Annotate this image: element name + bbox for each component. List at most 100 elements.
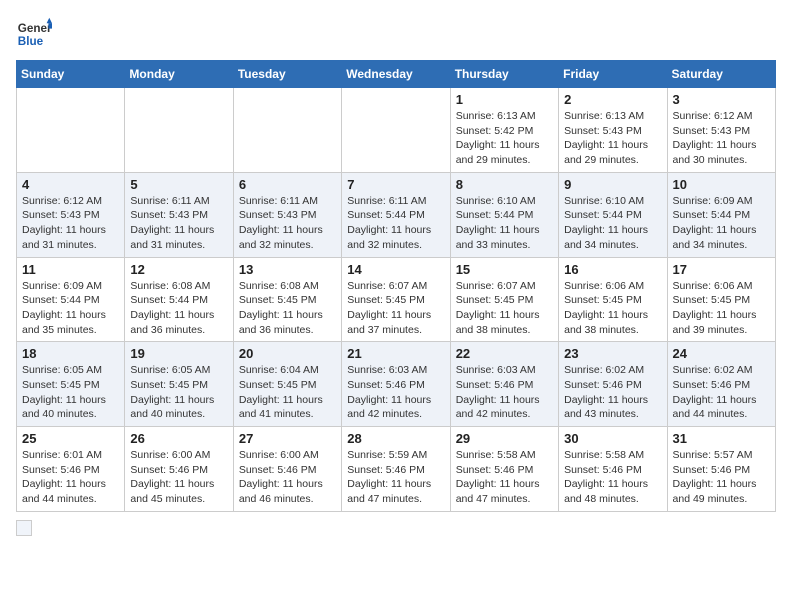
calendar-cell: 1 Sunrise: 6:13 AM Sunset: 5:42 PM Daylig…: [450, 88, 558, 173]
day-info: Sunrise: 6:13 AM Sunset: 5:43 PM Dayligh…: [564, 109, 661, 168]
day-number: 9: [564, 177, 661, 192]
calendar-cell: 21Sunrise: 6:03 AM Sunset: 5:46 PM Dayli…: [342, 342, 450, 427]
day-info: Sunrise: 6:06 AM Sunset: 5:45 PM Dayligh…: [673, 279, 770, 338]
footer: [16, 520, 776, 536]
calendar-cell: 26Sunrise: 6:00 AM Sunset: 5:46 PM Dayli…: [125, 427, 233, 512]
calendar-cell: 15 Sunrise: 6:07 AM Sunset: 5:45 PM Dayli…: [450, 257, 558, 342]
calendar-cell: 16 Sunrise: 6:06 AM Sunset: 5:45 PM Dayli…: [559, 257, 667, 342]
day-number: 22: [456, 346, 553, 361]
day-info: Sunrise: 6:11 AM Sunset: 5:43 PM Dayligh…: [239, 194, 336, 253]
day-info: Sunrise: 6:11 AM Sunset: 5:43 PM Dayligh…: [130, 194, 227, 253]
day-number: 14: [347, 262, 444, 277]
calendar-cell: 9 Sunrise: 6:10 AM Sunset: 5:44 PM Daylig…: [559, 172, 667, 257]
day-info: Sunrise: 6:01 AM Sunset: 5:46 PM Dayligh…: [22, 448, 119, 507]
day-number: 2: [564, 92, 661, 107]
day-number: 17: [673, 262, 770, 277]
calendar-week-row: 1 Sunrise: 6:13 AM Sunset: 5:42 PM Daylig…: [17, 88, 776, 173]
day-info: Sunrise: 6:02 AM Sunset: 5:46 PM Dayligh…: [564, 363, 661, 422]
day-number: 27: [239, 431, 336, 446]
day-number: 3: [673, 92, 770, 107]
day-info: Sunrise: 6:13 AM Sunset: 5:42 PM Dayligh…: [456, 109, 553, 168]
calendar-cell: [233, 88, 341, 173]
day-number: 28: [347, 431, 444, 446]
calendar-header-friday: Friday: [559, 61, 667, 88]
day-number: 7: [347, 177, 444, 192]
calendar-cell: 17 Sunrise: 6:06 AM Sunset: 5:45 PM Dayli…: [667, 257, 775, 342]
calendar-cell: 13 Sunrise: 6:08 AM Sunset: 5:45 PM Dayli…: [233, 257, 341, 342]
day-number: 15: [456, 262, 553, 277]
calendar-week-row: 11 Sunrise: 6:09 AM Sunset: 5:44 PM Dayli…: [17, 257, 776, 342]
calendar-week-row: 25 Sunrise: 6:01 AM Sunset: 5:46 PM Dayli…: [17, 427, 776, 512]
day-info: Sunrise: 6:09 AM Sunset: 5:44 PM Dayligh…: [22, 279, 119, 338]
day-number: 29: [456, 431, 553, 446]
day-number: 5: [130, 177, 227, 192]
day-info: Sunrise: 5:59 AM Sunset: 5:46 PM Dayligh…: [347, 448, 444, 507]
day-info: Sunrise: 6:02 AM Sunset: 5:46 PM Dayligh…: [673, 363, 770, 422]
logo-icon: General Blue: [16, 16, 52, 52]
day-info: Sunrise: 6:07 AM Sunset: 5:45 PM Dayligh…: [456, 279, 553, 338]
calendar-cell: 27 Sunrise: 6:00 AM Sunset: 5:46 PM Dayli…: [233, 427, 341, 512]
day-info: Sunrise: 6:10 AM Sunset: 5:44 PM Dayligh…: [456, 194, 553, 253]
calendar-cell: 5 Sunrise: 6:11 AM Sunset: 5:43 PM Daylig…: [125, 172, 233, 257]
day-info: Sunrise: 6:06 AM Sunset: 5:45 PM Dayligh…: [564, 279, 661, 338]
calendar-cell: 12 Sunrise: 6:08 AM Sunset: 5:44 PM Dayli…: [125, 257, 233, 342]
svg-text:General: General: [18, 22, 52, 35]
day-number: 6: [239, 177, 336, 192]
calendar-week-row: 18Sunrise: 6:05 AM Sunset: 5:45 PM Dayli…: [17, 342, 776, 427]
day-info: Sunrise: 5:58 AM Sunset: 5:46 PM Dayligh…: [564, 448, 661, 507]
day-info: Sunrise: 6:10 AM Sunset: 5:44 PM Dayligh…: [564, 194, 661, 253]
day-info: Sunrise: 6:03 AM Sunset: 5:46 PM Dayligh…: [456, 363, 553, 422]
day-number: 31: [673, 431, 770, 446]
calendar-cell: 31 Sunrise: 5:57 AM Sunset: 5:46 PM Dayli…: [667, 427, 775, 512]
calendar-cell: 22 Sunrise: 6:03 AM Sunset: 5:46 PM Dayli…: [450, 342, 558, 427]
day-info: Sunrise: 6:11 AM Sunset: 5:44 PM Dayligh…: [347, 194, 444, 253]
calendar-cell: 14Sunrise: 6:07 AM Sunset: 5:45 PM Dayli…: [342, 257, 450, 342]
day-info: Sunrise: 6:09 AM Sunset: 5:44 PM Dayligh…: [673, 194, 770, 253]
calendar-cell: 30 Sunrise: 5:58 AM Sunset: 5:46 PM Dayli…: [559, 427, 667, 512]
calendar-header-row: SundayMondayTuesdayWednesdayThursdayFrid…: [17, 61, 776, 88]
calendar-cell: 25 Sunrise: 6:01 AM Sunset: 5:46 PM Dayli…: [17, 427, 125, 512]
calendar-cell: 4 Sunrise: 6:12 AM Sunset: 5:43 PM Daylig…: [17, 172, 125, 257]
day-number: 19: [130, 346, 227, 361]
calendar-cell: 23 Sunrise: 6:02 AM Sunset: 5:46 PM Dayli…: [559, 342, 667, 427]
day-number: 30: [564, 431, 661, 446]
calendar-cell: 28 Sunrise: 5:59 AM Sunset: 5:46 PM Dayli…: [342, 427, 450, 512]
calendar-cell: 20 Sunrise: 6:04 AM Sunset: 5:45 PM Dayli…: [233, 342, 341, 427]
calendar-cell: 10 Sunrise: 6:09 AM Sunset: 5:44 PM Dayli…: [667, 172, 775, 257]
daylight-box-icon: [16, 520, 32, 536]
calendar-cell: 7 Sunrise: 6:11 AM Sunset: 5:44 PM Daylig…: [342, 172, 450, 257]
day-info: Sunrise: 6:00 AM Sunset: 5:46 PM Dayligh…: [130, 448, 227, 507]
calendar-cell: 8Sunrise: 6:10 AM Sunset: 5:44 PM Daylig…: [450, 172, 558, 257]
day-number: 24: [673, 346, 770, 361]
calendar-cell: 2 Sunrise: 6:13 AM Sunset: 5:43 PM Daylig…: [559, 88, 667, 173]
calendar-cell: [17, 88, 125, 173]
day-info: Sunrise: 6:05 AM Sunset: 5:45 PM Dayligh…: [130, 363, 227, 422]
day-info: Sunrise: 6:00 AM Sunset: 5:46 PM Dayligh…: [239, 448, 336, 507]
day-info: Sunrise: 6:12 AM Sunset: 5:43 PM Dayligh…: [673, 109, 770, 168]
calendar-header-monday: Monday: [125, 61, 233, 88]
day-number: 12: [130, 262, 227, 277]
calendar-cell: 24 Sunrise: 6:02 AM Sunset: 5:46 PM Dayli…: [667, 342, 775, 427]
day-number: 23: [564, 346, 661, 361]
day-number: 11: [22, 262, 119, 277]
day-info: Sunrise: 5:58 AM Sunset: 5:46 PM Dayligh…: [456, 448, 553, 507]
calendar-cell: 11 Sunrise: 6:09 AM Sunset: 5:44 PM Dayli…: [17, 257, 125, 342]
svg-text:Blue: Blue: [18, 35, 44, 48]
day-info: Sunrise: 6:05 AM Sunset: 5:45 PM Dayligh…: [22, 363, 119, 422]
day-number: 4: [22, 177, 119, 192]
day-info: Sunrise: 5:57 AM Sunset: 5:46 PM Dayligh…: [673, 448, 770, 507]
day-number: 13: [239, 262, 336, 277]
day-info: Sunrise: 6:04 AM Sunset: 5:45 PM Dayligh…: [239, 363, 336, 422]
day-info: Sunrise: 6:08 AM Sunset: 5:45 PM Dayligh…: [239, 279, 336, 338]
calendar-cell: 29 Sunrise: 5:58 AM Sunset: 5:46 PM Dayli…: [450, 427, 558, 512]
day-number: 10: [673, 177, 770, 192]
logo: General Blue: [16, 16, 52, 52]
day-number: 20: [239, 346, 336, 361]
calendar-cell: 18Sunrise: 6:05 AM Sunset: 5:45 PM Dayli…: [17, 342, 125, 427]
calendar-cell: 6 Sunrise: 6:11 AM Sunset: 5:43 PM Daylig…: [233, 172, 341, 257]
day-number: 16: [564, 262, 661, 277]
day-number: 1: [456, 92, 553, 107]
day-info: Sunrise: 6:12 AM Sunset: 5:43 PM Dayligh…: [22, 194, 119, 253]
day-number: 25: [22, 431, 119, 446]
day-info: Sunrise: 6:08 AM Sunset: 5:44 PM Dayligh…: [130, 279, 227, 338]
